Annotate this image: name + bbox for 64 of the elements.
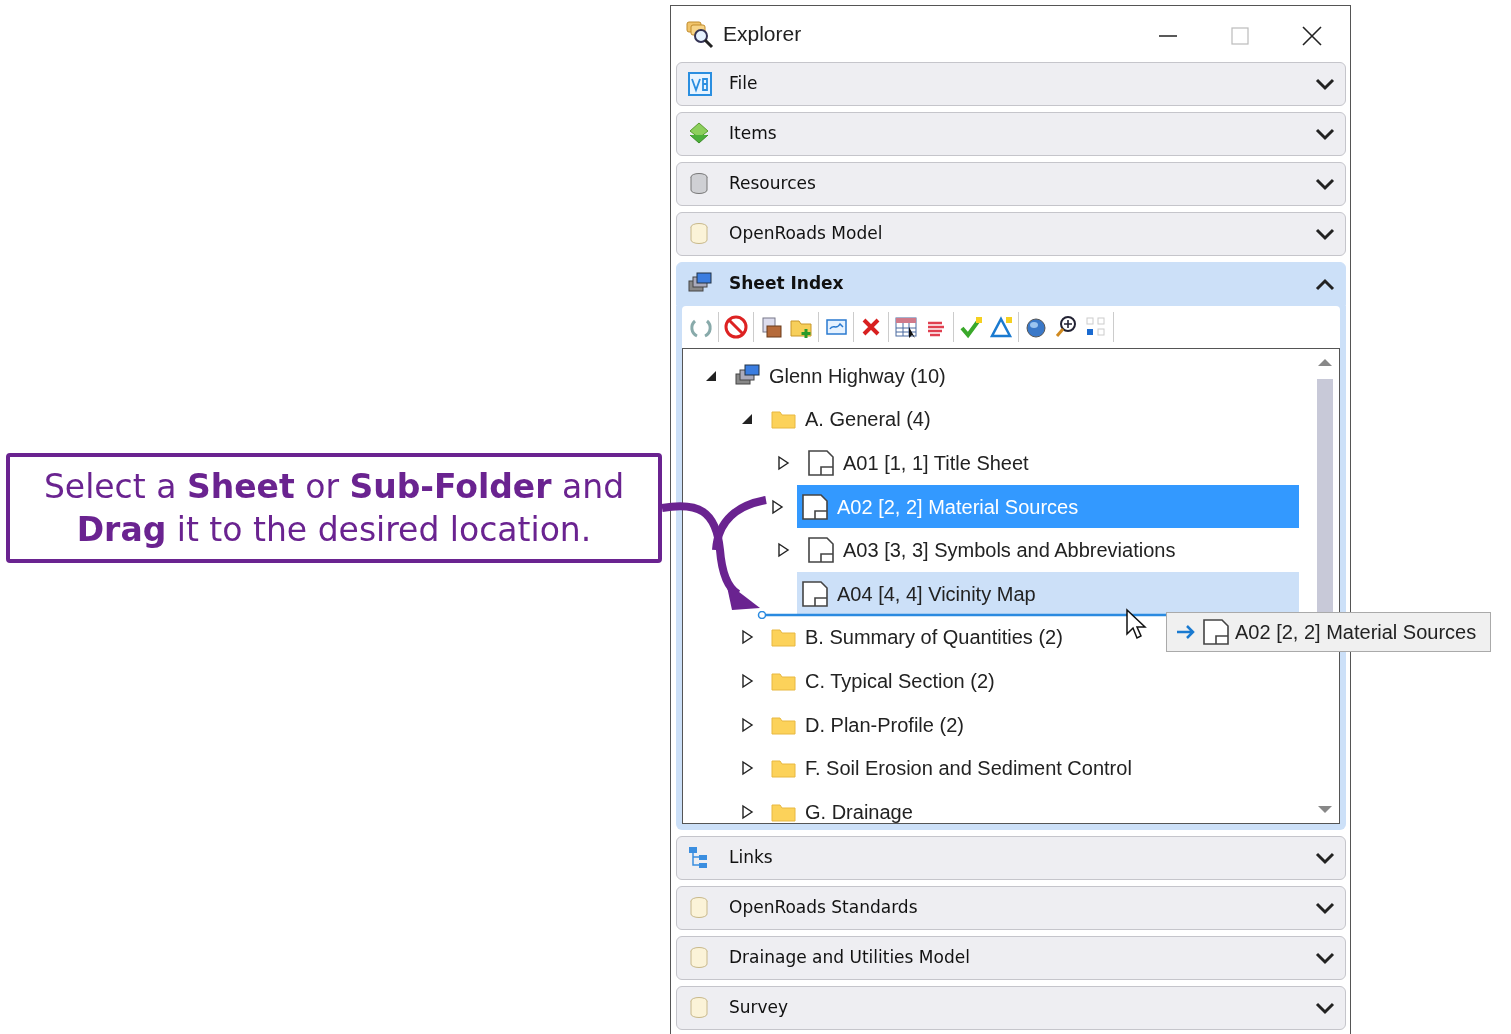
v8-file-icon xyxy=(687,71,713,97)
sheet-icon xyxy=(807,536,835,565)
section-header[interactable]: File xyxy=(676,62,1346,106)
chevron-up-icon xyxy=(1315,277,1335,291)
no-entry-icon[interactable] xyxy=(724,315,748,339)
grid-icon[interactable] xyxy=(1084,315,1108,339)
section-header[interactable]: Items xyxy=(676,112,1346,156)
tree-item[interactable]: A04 [4, 4] Vicinity Map xyxy=(797,572,1299,616)
briefcase-icon[interactable] xyxy=(759,315,783,339)
folder-icon xyxy=(771,408,797,431)
sheet-icon xyxy=(1201,618,1231,646)
tree-item[interactable]: A01 [1, 1] Title Sheet xyxy=(803,441,1035,485)
section-header[interactable]: Resources xyxy=(676,162,1346,206)
minimize-icon xyxy=(1158,33,1178,38)
checkmark-icon[interactable] xyxy=(959,315,983,339)
section-header[interactable]: Sheet Index xyxy=(676,262,1346,306)
drag-label: A02 [2, 2] Material Sources xyxy=(1235,620,1477,645)
sheet-icon xyxy=(807,449,835,477)
expand-arrow-icon[interactable] xyxy=(739,672,755,689)
globe-icon[interactable] xyxy=(1024,315,1048,339)
maximize-icon xyxy=(1230,25,1250,46)
explorer-icon xyxy=(685,19,715,49)
tree-item[interactable]: F. Soil Erosion and Sediment Control xyxy=(767,746,1138,790)
scroll-up-icon[interactable] xyxy=(1317,357,1333,367)
expand-arrow-icon[interactable] xyxy=(739,803,755,820)
expand-arrow-icon[interactable] xyxy=(775,542,791,559)
section-header[interactable]: OpenRoads Model xyxy=(676,212,1346,256)
chevron-down-icon xyxy=(1315,77,1335,91)
expand-arrow-icon[interactable] xyxy=(739,716,755,733)
scroll-down-icon[interactable] xyxy=(1317,805,1333,815)
chevron-down-icon xyxy=(1315,951,1335,965)
close-icon xyxy=(1302,25,1322,46)
tree-item[interactable]: D. Plan-Profile (2) xyxy=(767,703,970,747)
section-header[interactable]: OpenRoads Standards xyxy=(676,886,1346,930)
table-icon[interactable] xyxy=(894,315,918,339)
tree-item[interactable]: Glenn Highway (10) xyxy=(731,354,952,398)
tree-item[interactable]: B. Summary of Quantities (2) xyxy=(767,615,1069,659)
tree-item[interactable]: A03 [3, 3] Symbols and Abbreviations xyxy=(803,528,1182,572)
sheet-icon xyxy=(801,579,829,608)
chevron-down-icon xyxy=(1315,1001,1335,1015)
tree-item[interactable]: G. Drainage xyxy=(767,790,919,823)
mouse-pointer-icon xyxy=(1124,608,1148,642)
chevron-down-icon xyxy=(1315,851,1335,865)
chevron-down-icon xyxy=(1315,227,1335,241)
window-title: Explorer xyxy=(723,21,802,48)
expand-arrow-icon[interactable] xyxy=(775,455,791,471)
sheet-icon xyxy=(801,492,829,521)
section-header[interactable]: Survey xyxy=(676,986,1346,1030)
callout-box: Select a Sheet or Sub-Folder and Drag it to the desired location. xyxy=(6,453,662,563)
chevron-down-icon xyxy=(1315,127,1335,141)
folder-icon xyxy=(771,757,797,780)
tree-item[interactable]: A. General (4) xyxy=(767,397,937,441)
zoom-icon[interactable] xyxy=(1054,315,1078,339)
section-header[interactable]: Drainage and Utilities Model xyxy=(676,936,1346,980)
chevron-down-icon xyxy=(1315,901,1335,915)
tree-item[interactable]: C. Typical Section (2) xyxy=(767,659,1001,703)
folder-icon xyxy=(771,626,797,649)
triangle-icon[interactable] xyxy=(989,315,1013,339)
chevron-down-icon xyxy=(1315,177,1335,191)
expand-arrow-icon[interactable] xyxy=(739,629,755,646)
expand-arrow-icon[interactable] xyxy=(739,760,755,777)
expand-arrow-icon[interactable] xyxy=(769,498,785,515)
section-header[interactable]: Links xyxy=(676,836,1346,880)
monitors-icon xyxy=(735,363,761,388)
